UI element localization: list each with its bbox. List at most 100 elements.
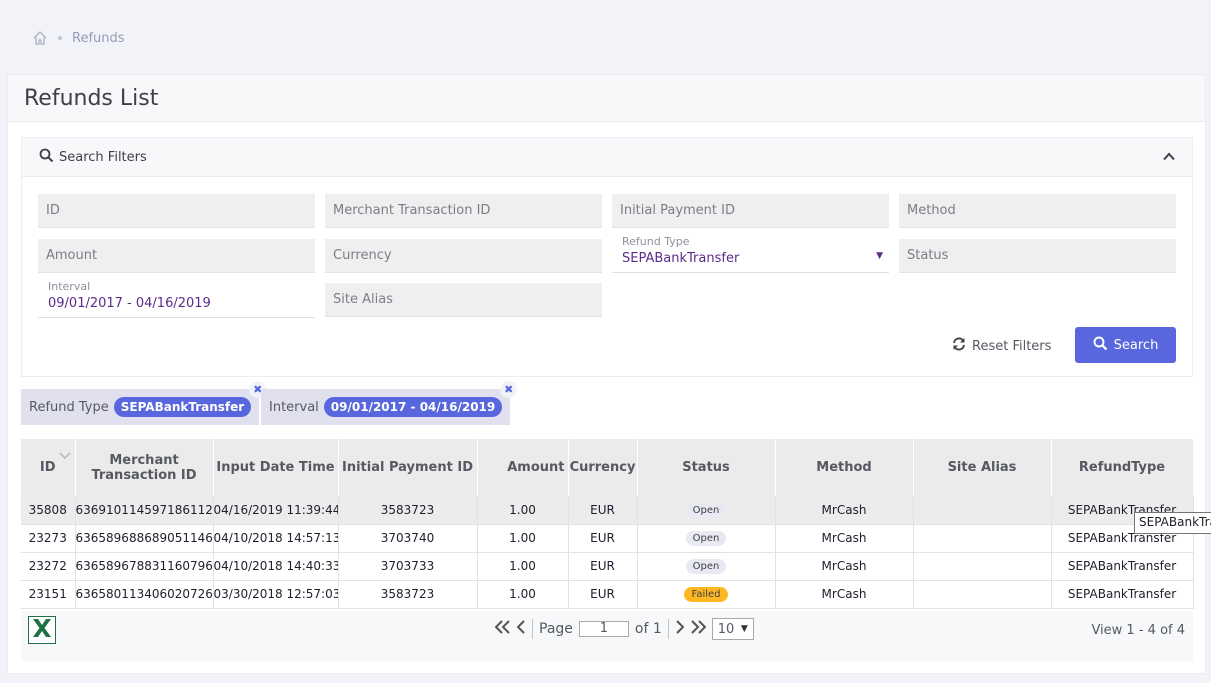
chevron-up-icon[interactable] xyxy=(1163,150,1175,165)
cell-refund-type: SEPABankTransfer xyxy=(1051,580,1194,609)
cell-site-alias xyxy=(913,580,1052,609)
refresh-icon xyxy=(952,337,966,355)
column-header-input-date-time[interactable]: Input Date Time xyxy=(213,439,339,496)
cell-amount: 1.00 xyxy=(477,496,569,525)
cell-status: Open xyxy=(637,524,776,553)
sort-chevron-icon xyxy=(58,449,71,464)
status-badge: Open xyxy=(685,502,727,518)
initial-payment-id-field[interactable]: Initial Payment ID xyxy=(612,194,889,228)
breadcrumb-separator xyxy=(58,36,62,40)
column-header-initial-payment-id[interactable]: Initial Payment ID xyxy=(338,439,478,496)
table-row[interactable]: 23151 636580113406020726 03/30/2018 12:5… xyxy=(21,580,1194,609)
search-icon xyxy=(39,148,54,167)
cell-merchant-transaction-id: 636580113406020726 xyxy=(75,580,214,609)
search-filters-title: Search Filters xyxy=(39,148,147,167)
interval-value: 09/01/2017 - 04/16/2019 xyxy=(48,296,211,311)
cell-input-date-time: 04/16/2019 11:39:44 xyxy=(213,496,339,525)
cell-initial-payment-id: 3703740 xyxy=(338,524,478,553)
interval-label: Interval xyxy=(48,280,91,293)
cell-status: Failed xyxy=(637,580,776,609)
merchant-transaction-id-field[interactable]: Merchant Transaction ID xyxy=(325,194,602,228)
prev-page-icon[interactable] xyxy=(516,620,526,638)
cell-status: Open xyxy=(637,496,776,525)
column-header-status[interactable]: Status xyxy=(637,439,776,496)
status-badge: Failed xyxy=(684,587,728,602)
cell-currency: EUR xyxy=(568,524,638,553)
cell-id: 23273 xyxy=(21,524,76,553)
table-header-row: ID Merchant Transaction ID Input Date Ti… xyxy=(21,439,1194,496)
column-header-amount[interactable]: Amount xyxy=(477,439,569,496)
status-badge: Open xyxy=(685,559,727,574)
table-row[interactable]: 35808 636910114597186112 04/16/2019 11:3… xyxy=(21,496,1194,525)
cell-site-alias xyxy=(913,524,1052,553)
cell-refund-type: SEPABankTransfer xyxy=(1051,552,1194,581)
cell-merchant-transaction-id: 636589688689051146 xyxy=(75,524,214,553)
active-filter-chip-refund-type: Refund Type SEPABankTransfer ✖ xyxy=(21,381,267,425)
page-label: Page xyxy=(539,621,573,637)
cell-merchant-transaction-id: 636910114597186112 xyxy=(75,496,214,525)
remove-filter-icon[interactable]: ✖ xyxy=(500,381,518,398)
interval-field[interactable]: Interval 09/01/2017 - 04/16/2019 xyxy=(38,280,315,318)
page-count-label: of 1 xyxy=(634,621,662,637)
cell-currency: EUR xyxy=(568,552,638,581)
page-number-input[interactable]: 1 xyxy=(578,621,629,637)
id-field[interactable]: ID xyxy=(38,194,315,228)
column-header-id[interactable]: ID xyxy=(21,439,76,496)
cell-amount: 1.00 xyxy=(477,524,569,553)
view-records-info: View 1 - 4 of 4 xyxy=(1091,623,1185,638)
cell-currency: EUR xyxy=(568,496,638,525)
page-size-select[interactable]: 10 ▼ xyxy=(711,618,754,640)
search-filters-panel: Search Filters ID Merchant Transaction I… xyxy=(21,137,1193,377)
cell-site-alias xyxy=(913,552,1052,581)
cell-site-alias xyxy=(913,496,1052,525)
column-header-merchant-transaction-id[interactable]: Merchant Transaction ID xyxy=(75,439,214,496)
table-row[interactable]: 23272 636589678831160796 04/10/2018 14:4… xyxy=(21,552,1194,581)
method-field[interactable]: Method xyxy=(899,194,1176,228)
cell-id: 35808 xyxy=(21,496,76,525)
cell-status: Open xyxy=(637,552,776,581)
caret-down-icon: ▼ xyxy=(876,251,883,261)
pagination-controls: Page 1 of 1 10 ▼ xyxy=(494,618,754,640)
amount-field[interactable]: Amount xyxy=(38,239,315,273)
currency-field[interactable]: Currency xyxy=(325,239,602,273)
first-page-icon[interactable] xyxy=(494,620,511,638)
cell-id: 23272 xyxy=(21,552,76,581)
active-filter-chip-interval: Interval 09/01/2017 - 04/16/2019 ✖ xyxy=(261,381,518,425)
pager-separator xyxy=(532,619,533,639)
caret-down-icon: ▼ xyxy=(740,624,748,634)
status-field[interactable]: Status xyxy=(899,239,1176,273)
cell-merchant-transaction-id: 636589678831160796 xyxy=(75,552,214,581)
search-button[interactable]: Search xyxy=(1075,327,1176,363)
export-excel-button[interactable] xyxy=(28,616,56,644)
next-page-icon[interactable] xyxy=(675,620,685,638)
cell-method: MrCash xyxy=(775,580,914,609)
status-badge: Open xyxy=(685,531,727,546)
search-icon xyxy=(1093,336,1108,355)
last-page-icon[interactable] xyxy=(690,620,707,638)
refund-type-select[interactable]: Refund Type SEPABankTransfer ▼ xyxy=(612,235,889,273)
column-header-site-alias[interactable]: Site Alias xyxy=(913,439,1052,496)
cell-id: 23151 xyxy=(21,580,76,609)
portlet-header: Refunds List xyxy=(8,75,1205,122)
table-row[interactable]: 23273 636589688689051146 04/10/2018 14:5… xyxy=(21,524,1194,553)
breadcrumb-current[interactable]: Refunds xyxy=(72,31,125,46)
pager-separator xyxy=(667,619,669,639)
column-header-method[interactable]: Method xyxy=(775,439,914,496)
column-header-refund-type[interactable]: RefundType xyxy=(1051,439,1194,496)
cell-currency: EUR xyxy=(568,580,638,609)
cell-amount: 1.00 xyxy=(477,552,569,581)
cell-input-date-time: 04/10/2018 14:40:33 xyxy=(213,552,339,581)
cell-initial-payment-id: 3703733 xyxy=(338,552,478,581)
home-icon[interactable] xyxy=(32,30,48,46)
cell-input-date-time: 04/10/2018 14:57:13 xyxy=(213,524,339,553)
site-alias-field[interactable]: Site Alias xyxy=(325,283,602,317)
refund-type-value: SEPABankTransfer xyxy=(622,251,740,266)
breadcrumb: Refunds xyxy=(32,28,125,48)
cell-initial-payment-id: 3583723 xyxy=(338,580,478,609)
refund-type-label: Refund Type xyxy=(622,235,690,248)
table-pager: Page 1 of 1 10 ▼ View 1 - 4 of 4 xyxy=(21,611,1193,661)
excel-icon xyxy=(30,617,54,643)
reset-filters-button[interactable]: Reset Filters xyxy=(952,334,1051,358)
search-filters-header[interactable]: Search Filters xyxy=(22,138,1192,177)
column-header-currency[interactable]: Currency xyxy=(568,439,638,496)
